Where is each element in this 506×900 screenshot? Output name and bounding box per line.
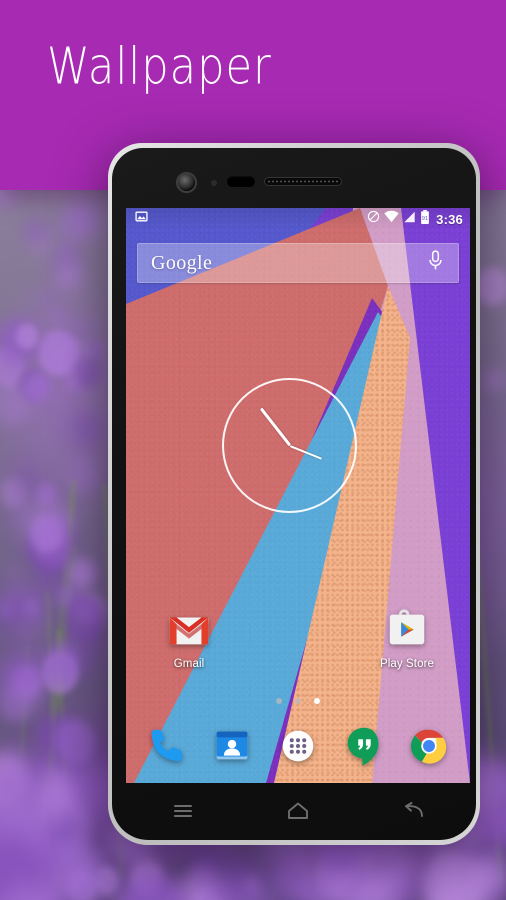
app-label-play-store: Play Store [379, 658, 435, 670]
lavender-bokeh [474, 865, 502, 896]
home-button[interactable] [274, 794, 322, 828]
app-label-gmail: Gmail [173, 658, 205, 670]
lavender-flower [11, 464, 42, 500]
dock [126, 715, 470, 777]
status-bar-clock: 3:36 [436, 211, 463, 227]
lavender-flower [44, 641, 81, 682]
lavender-flower [70, 411, 102, 448]
lavender-flower [9, 562, 24, 579]
status-bar-left [135, 210, 148, 228]
signal-icon [403, 210, 416, 228]
search-input[interactable]: Google [151, 252, 212, 275]
lavender-flower [63, 595, 104, 642]
menu-button[interactable] [159, 794, 207, 828]
lavender-bokeh [276, 860, 298, 885]
proximity-sensor-icon [211, 180, 217, 186]
battery-icon: 91 [420, 209, 430, 229]
lavender-flower [34, 556, 65, 592]
lavender-flower [74, 355, 104, 389]
analog-clock-widget[interactable] [222, 378, 357, 513]
lavender-flower [476, 267, 506, 306]
dock-item-chrome[interactable] [406, 723, 452, 769]
lavender-flower [24, 371, 52, 402]
back-icon [404, 801, 423, 817]
lavender-flower [15, 323, 38, 349]
play-store-icon [384, 606, 430, 652]
page-title: Wallpaper [47, 36, 272, 96]
gmail-icon [166, 606, 212, 652]
home-icon [288, 802, 308, 819]
lavender-flower [17, 538, 37, 560]
phone-top-hardware [112, 148, 476, 208]
menu-icon [174, 804, 193, 817]
dock-item-contacts[interactable] [209, 723, 255, 769]
notification-led-icon [227, 176, 255, 187]
dock-item-phone[interactable] [144, 723, 190, 769]
status-bar-right: 91 3:36 [367, 209, 463, 229]
page-dot[interactable] [295, 698, 301, 704]
phone-screen: 91 3:36 Google Gmail Play Store [126, 208, 470, 783]
lavender-flower [66, 455, 100, 494]
microphone-icon[interactable] [428, 250, 443, 276]
lavender-bokeh [46, 846, 70, 872]
app-icon-play-store[interactable]: Play Store [369, 606, 445, 670]
app-icon-gmail[interactable]: Gmail [151, 606, 227, 670]
lavender-flower [485, 369, 505, 391]
lavender-flower [57, 261, 83, 291]
dock-item-app-drawer[interactable] [275, 723, 321, 769]
lavender-flower [54, 718, 96, 766]
back-button[interactable] [389, 794, 437, 828]
page-dot-active[interactable] [314, 698, 320, 704]
navigation-bar [126, 783, 470, 838]
earpiece-speaker-icon [264, 177, 342, 186]
page-indicator [126, 698, 470, 704]
lavender-flower [41, 507, 71, 541]
front-camera-icon [178, 174, 195, 191]
wifi-icon [384, 210, 399, 228]
google-search-widget[interactable]: Google [137, 243, 459, 283]
page-dot[interactable] [276, 698, 282, 704]
dnd-icon [367, 210, 380, 228]
lavender-flower [35, 238, 50, 255]
lavender-flower [50, 308, 66, 327]
dock-item-hangouts[interactable] [341, 723, 387, 769]
lavender-bokeh [371, 858, 408, 898]
status-bar: 91 3:36 [126, 208, 470, 230]
phone-body: 91 3:36 Google Gmail Play Store [112, 148, 476, 840]
lavender-flower [65, 199, 101, 240]
phone-device: 91 3:36 Google Gmail Play Store [108, 143, 480, 845]
svg-text:91: 91 [422, 216, 428, 222]
lavender-flower [11, 505, 32, 529]
image-icon [135, 210, 148, 228]
lavender-flower [4, 646, 43, 691]
